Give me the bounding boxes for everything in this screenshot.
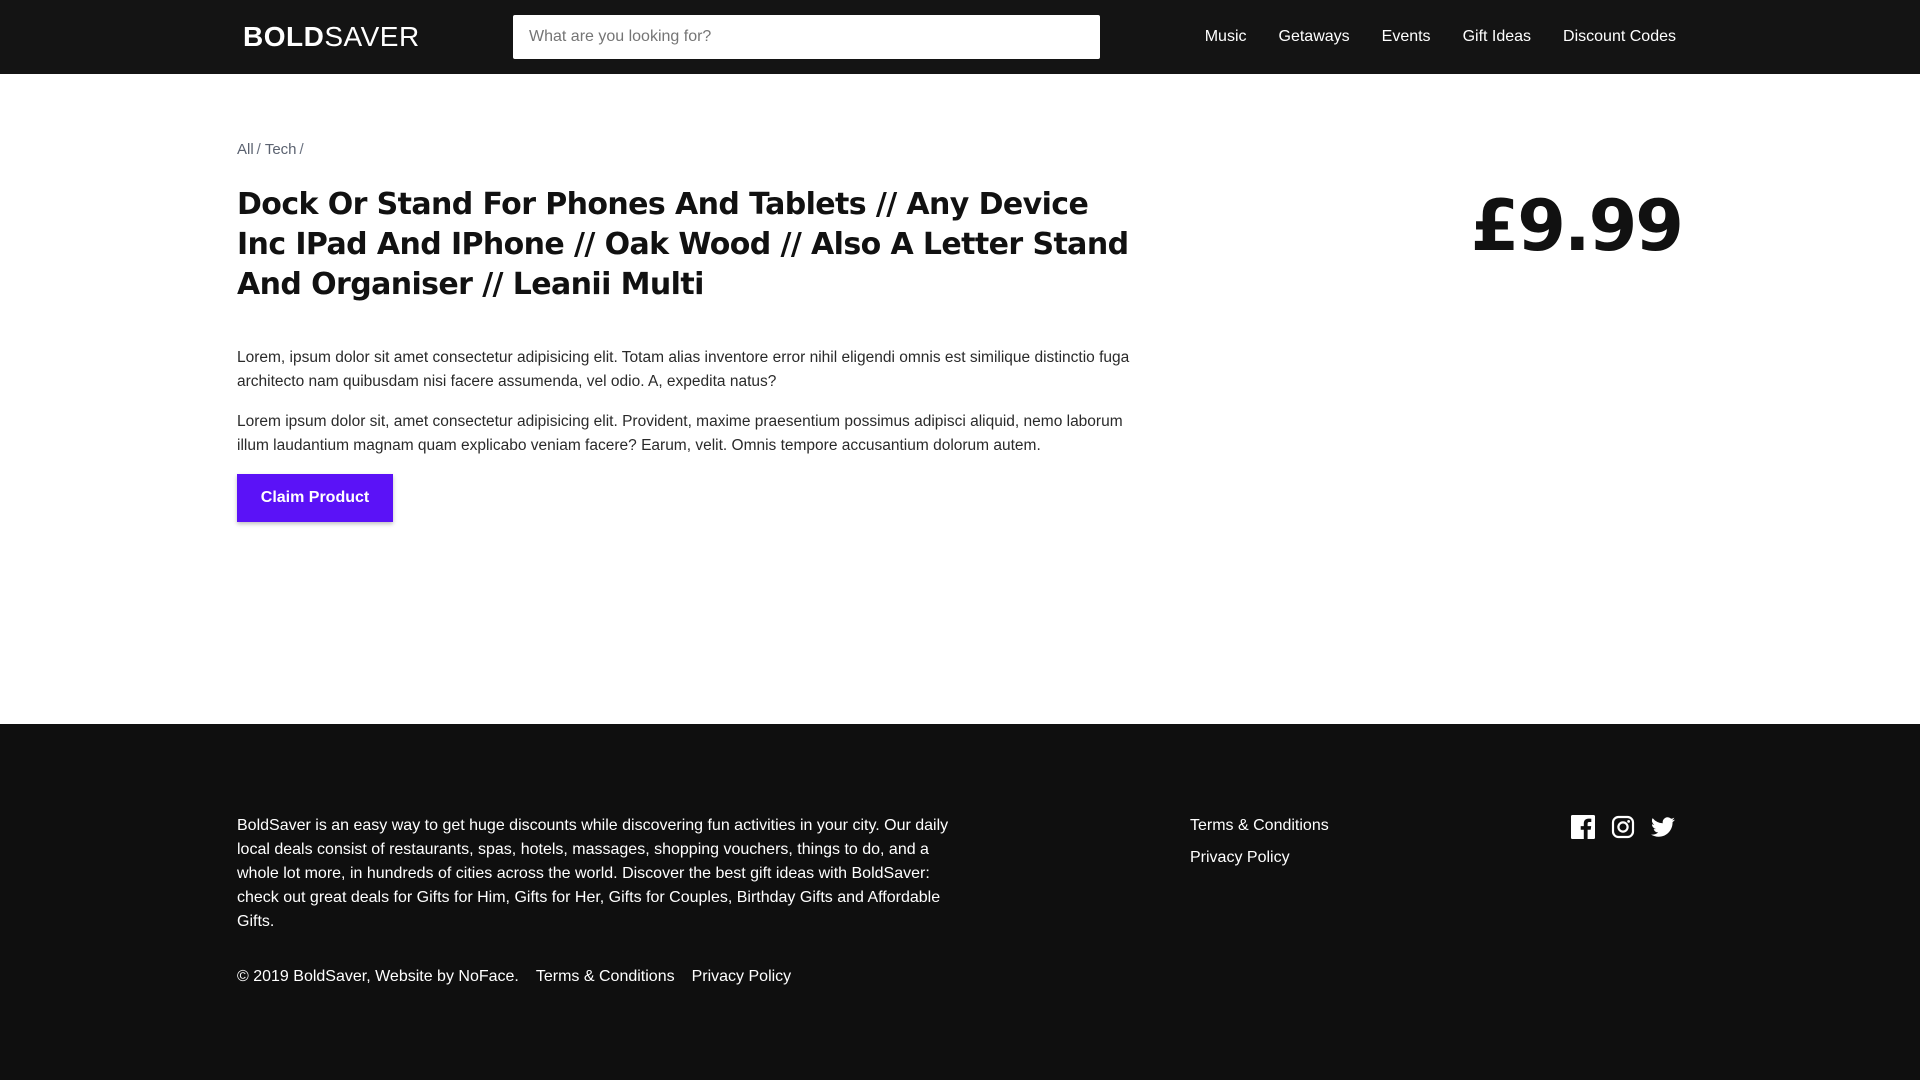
nav-link-gift-ideas[interactable]: Gift Ideas	[1463, 28, 1531, 46]
logo-light-text: SAVER	[324, 21, 420, 52]
footer-bottom-link-privacy[interactable]: Privacy Policy	[692, 968, 792, 986]
nav-link-discount-codes[interactable]: Discount Codes	[1563, 28, 1676, 46]
nav-link-events[interactable]: Events	[1382, 28, 1431, 46]
instagram-icon[interactable]	[1611, 815, 1635, 839]
main-nav: Music Getaways Events Gift Ideas Discoun…	[1205, 0, 1676, 74]
site-footer: BoldSaver is an easy way to get huge dis…	[0, 724, 1920, 1080]
boldsaver-logo[interactable]: BOLDSAVER	[243, 22, 420, 52]
nav-link-getaways[interactable]: Getaways	[1279, 28, 1350, 46]
breadcrumb-separator: /	[299, 141, 304, 158]
product-title: Dock Or Stand For Phones And Tablets // …	[237, 187, 1129, 302]
footer-about-text: BoldSaver is an easy way to get huge dis…	[237, 817, 949, 930]
product-description-paragraph-2: Lorem ipsum dolor sit, amet consectetur …	[237, 413, 1123, 454]
footer-link-terms[interactable]: Terms & Conditions	[1190, 814, 1329, 838]
breadcrumb: All / Tech /	[237, 141, 308, 158]
footer-copyright-bar: © 2019 BoldSaver, Website by NoFace. Ter…	[237, 968, 791, 986]
footer-link-privacy[interactable]: Privacy Policy	[1190, 846, 1329, 870]
product-description-paragraph-1: Lorem, ipsum dolor sit amet consectetur …	[237, 349, 1130, 390]
breadcrumb-item-all[interactable]: All	[237, 141, 254, 158]
breadcrumb-item-tech[interactable]: Tech	[265, 141, 297, 158]
product-price: £9.99	[1470, 185, 1684, 267]
facebook-icon[interactable]	[1571, 815, 1595, 839]
claim-product-button[interactable]: Claim Product	[237, 474, 393, 522]
footer-bottom-link-terms[interactable]: Terms & Conditions	[536, 968, 675, 986]
logo-bold-text: BOLD	[243, 21, 325, 52]
nav-link-music[interactable]: Music	[1205, 28, 1247, 46]
top-navigation-bar: BOLDSAVER Music Getaways Events Gift Ide…	[0, 0, 1920, 74]
social-links	[1571, 815, 1675, 839]
twitter-icon[interactable]	[1651, 815, 1675, 839]
footer-links: Terms & Conditions Privacy Policy	[1190, 814, 1329, 870]
search-input[interactable]	[513, 15, 1100, 59]
copyright-text: © 2019 BoldSaver, Website by NoFace.	[237, 968, 519, 985]
breadcrumb-separator: /	[256, 141, 261, 158]
